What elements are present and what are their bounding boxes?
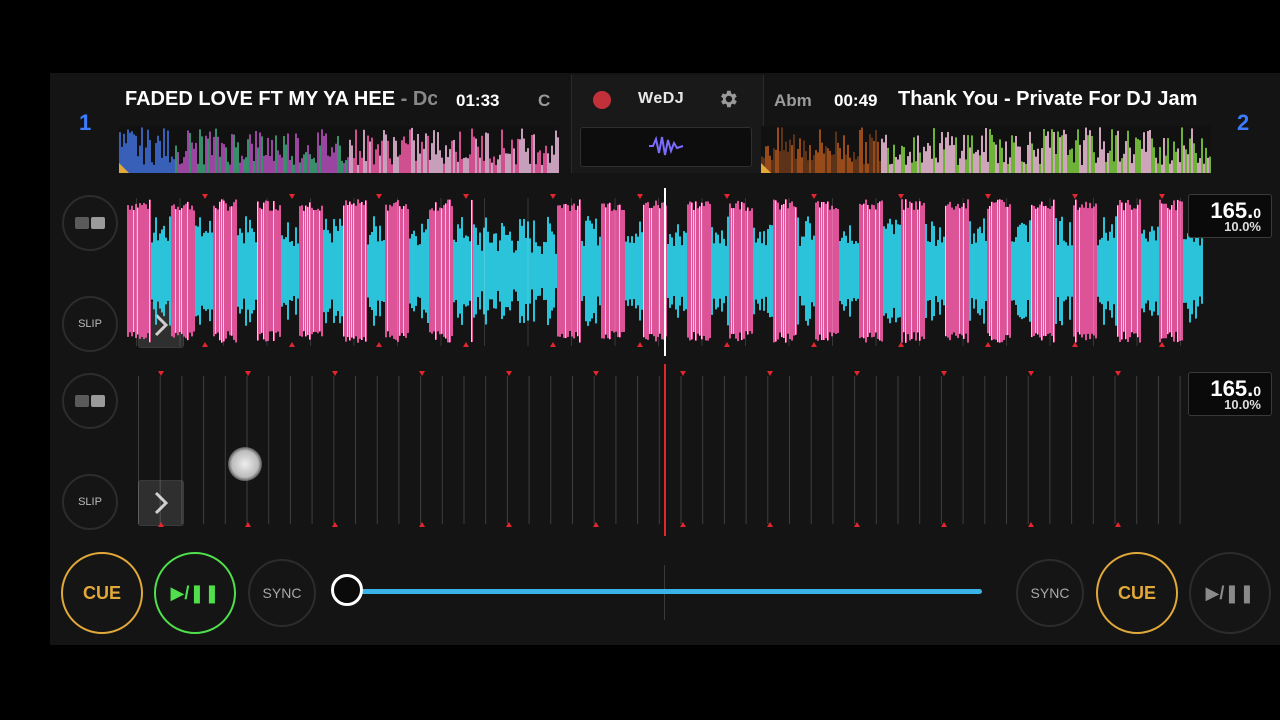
deck-1-title-text: FADED LOVE FT MY YA HEE bbox=[125, 88, 396, 110]
deck-2-overview-waveform[interactable] bbox=[761, 126, 1211, 173]
deck-1-waveform[interactable] bbox=[127, 190, 1207, 352]
deck-2-number: 2 bbox=[1237, 110, 1250, 135]
deck-1-number: 1 bbox=[79, 110, 92, 135]
deck-2-overview-position bbox=[761, 163, 771, 173]
touch-indicator bbox=[228, 447, 262, 481]
deck-1-play-pause-button[interactable]: ▶/❚❚ bbox=[154, 552, 236, 634]
deck-1-slip-button[interactable]: SLIP bbox=[62, 296, 118, 352]
slip-label: SLIP bbox=[78, 496, 102, 508]
deck-2-hot-cue-button[interactable] bbox=[62, 373, 118, 429]
deck-1-overview-position bbox=[119, 163, 129, 173]
deck-2-sync-button[interactable]: SYNC bbox=[1016, 559, 1084, 627]
deck-2-waveform[interactable] bbox=[127, 366, 1207, 534]
crossfader-knob[interactable] bbox=[331, 574, 363, 606]
waveform-graphic bbox=[761, 127, 1211, 173]
deck-1-artist-text: Dc bbox=[412, 88, 437, 110]
crossfader-track[interactable] bbox=[348, 589, 982, 594]
deck-1-bpm-display[interactable]: 165.0 10.0% bbox=[1188, 194, 1272, 238]
waveform-graphic bbox=[127, 194, 1203, 347]
deck-1-track-title[interactable]: FADED LOVE FT MY YA HEE - Dc bbox=[125, 88, 437, 111]
deck-1-playhead bbox=[664, 188, 666, 356]
deck-1-time: 01:33 bbox=[456, 91, 500, 110]
deck-2-playhead bbox=[664, 364, 666, 536]
waveform-view-button[interactable] bbox=[580, 127, 752, 167]
deck-1-pitch: 10.0% bbox=[1224, 219, 1261, 234]
deck-2-play-pause-button[interactable]: ▶/❚❚ bbox=[1189, 552, 1271, 634]
deck-1-sync-button[interactable]: SYNC bbox=[248, 559, 316, 627]
deck-1-hot-cue-button[interactable] bbox=[62, 195, 118, 251]
hot-cue-icon bbox=[75, 217, 105, 229]
deck-2-track-title[interactable]: Thank You - Private For DJ Jam bbox=[898, 88, 1206, 111]
deck-2-key: Abm bbox=[774, 91, 812, 110]
deck-2-cue-button[interactable]: CUE bbox=[1096, 552, 1178, 634]
slip-label: SLIP bbox=[78, 318, 102, 330]
deck-2-time: 00:49 bbox=[834, 91, 878, 110]
record-dot-icon[interactable] bbox=[593, 91, 611, 109]
app-logo: WeDJ bbox=[638, 90, 685, 107]
deck-1-overview-waveform[interactable] bbox=[119, 126, 559, 173]
deck-2-slip-button[interactable]: SLIP bbox=[62, 474, 118, 530]
deck-2-pitch: 10.0% bbox=[1224, 397, 1261, 412]
deck-2-bpm-display[interactable]: 165.0 10.0% bbox=[1188, 372, 1272, 416]
deck-1-title-separator: - bbox=[395, 88, 413, 110]
deck-1-key: C bbox=[538, 91, 551, 110]
waveform-graphic bbox=[138, 371, 1181, 527]
waveform-graphic bbox=[119, 127, 559, 173]
gear-icon[interactable] bbox=[717, 88, 739, 110]
waveform-icon bbox=[649, 135, 684, 156]
hot-cue-icon bbox=[75, 395, 105, 407]
deck-1-cue-button[interactable]: CUE bbox=[61, 552, 143, 634]
